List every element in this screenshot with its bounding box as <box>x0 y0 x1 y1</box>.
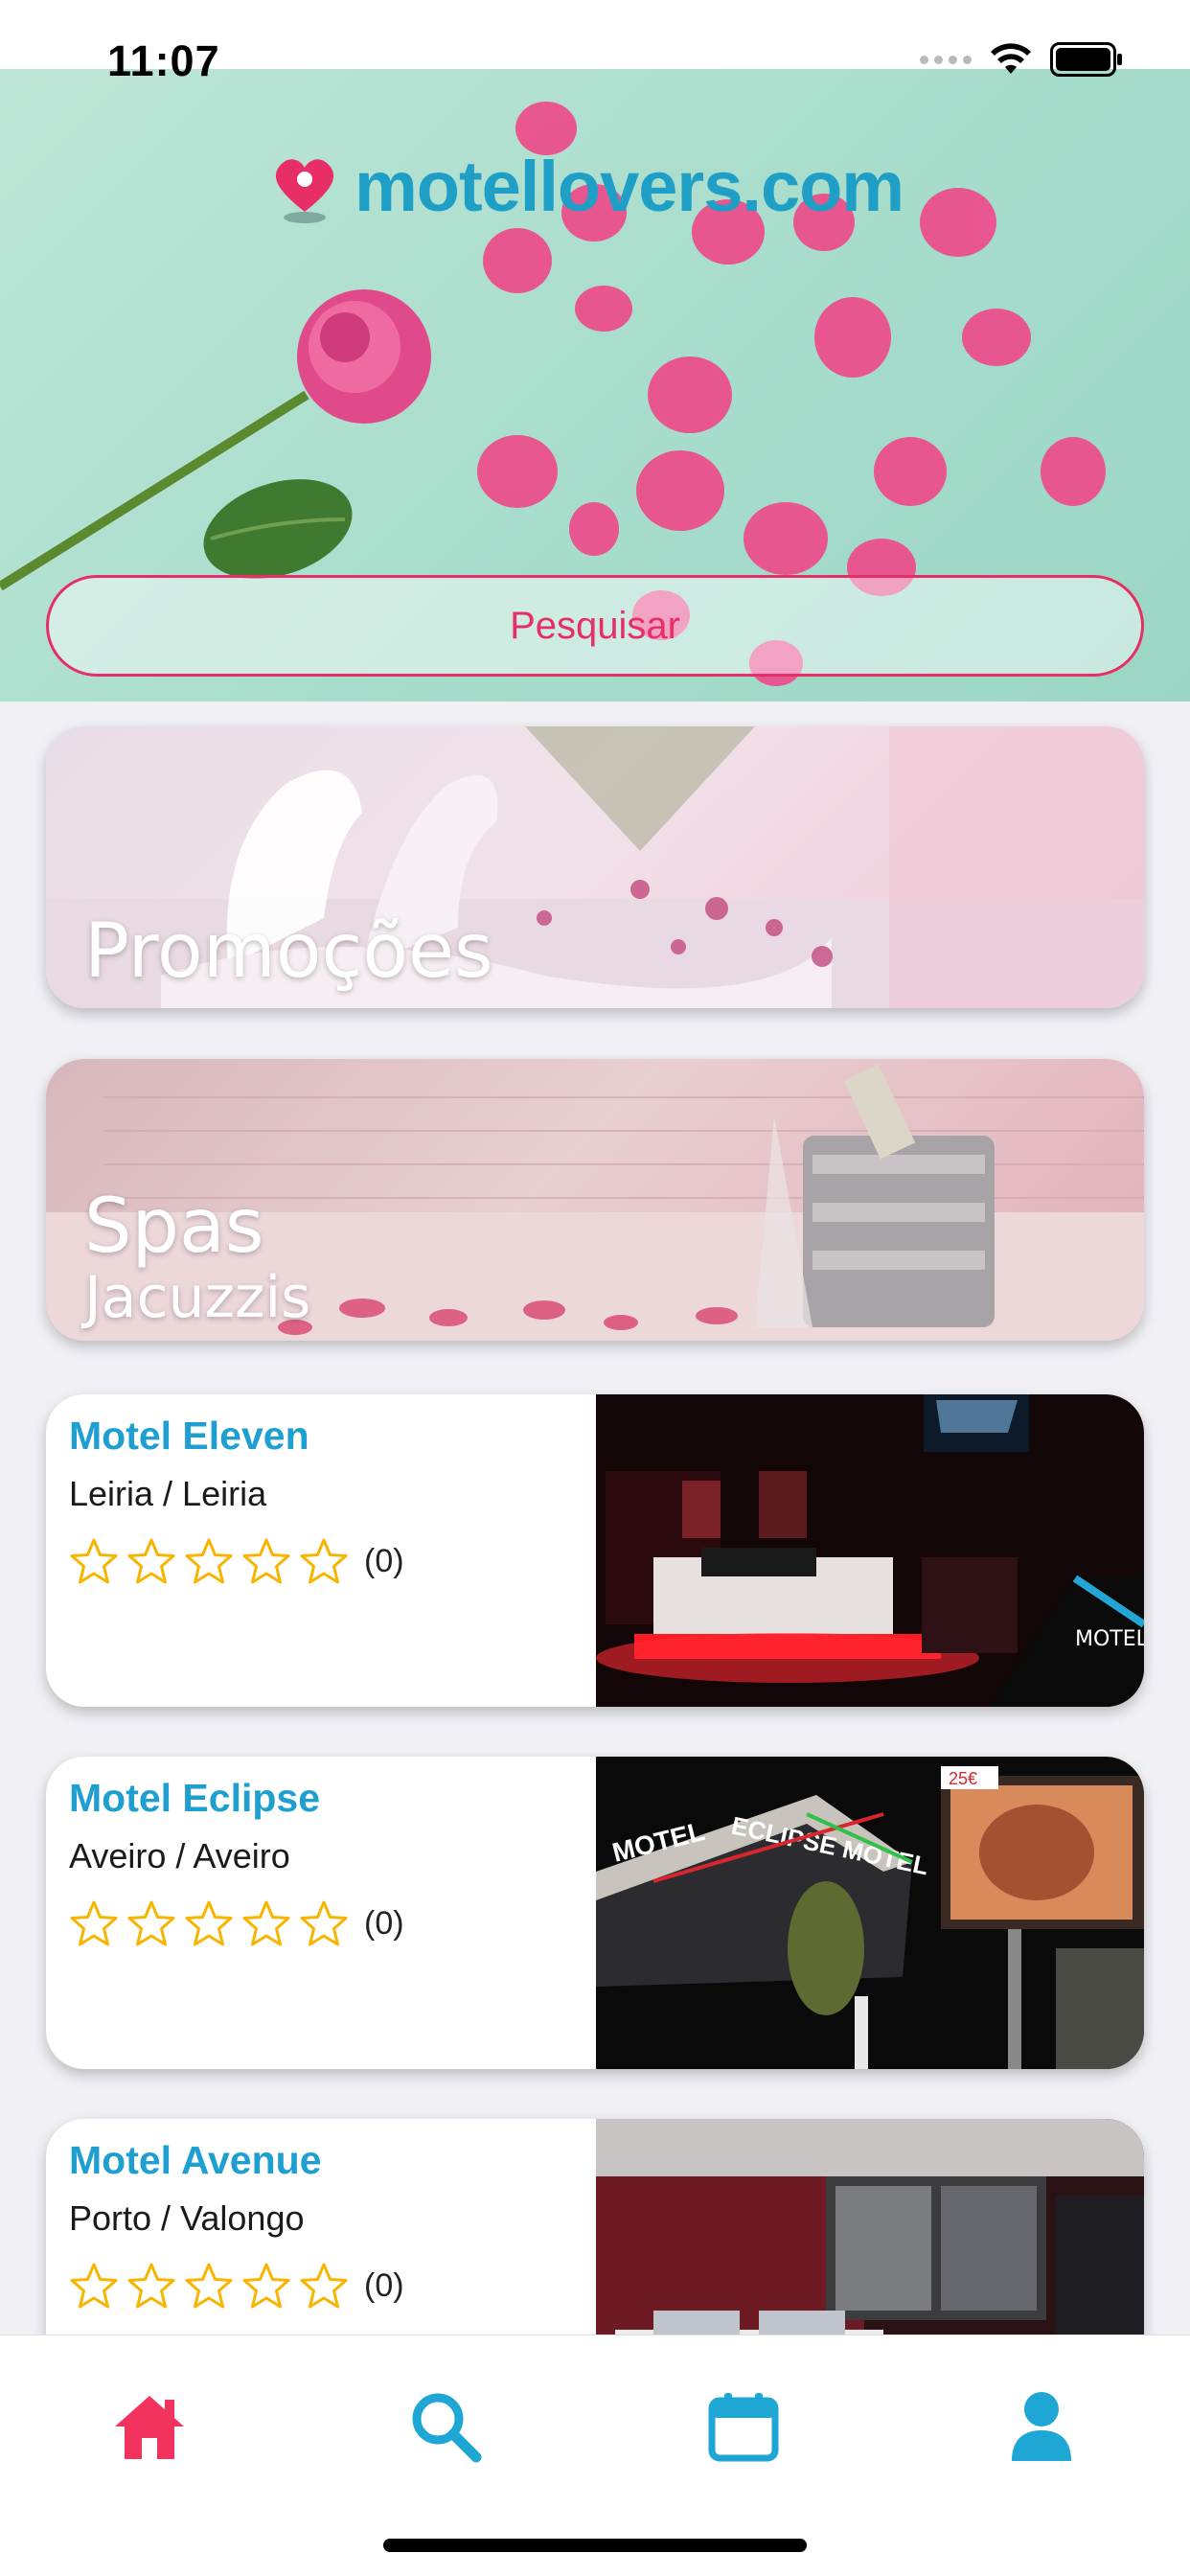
motel-info: Motel Avenue Porto / Valongo (0) <box>69 2138 586 2310</box>
star-icon <box>300 2263 348 2309</box>
tab-profile[interactable] <box>998 2383 1085 2470</box>
category-banner-spas[interactable]: Spas Jacuzzis <box>46 1059 1144 1341</box>
star-icon <box>70 1538 118 1584</box>
rating-count: (0) <box>364 1904 404 1942</box>
photo-brand-text: MOTEL ELEVEN <box>1075 1627 1144 1651</box>
user-icon <box>1012 2392 1071 2461</box>
wifi-icon <box>991 43 1031 74</box>
tab-calendar[interactable] <box>700 2383 787 2470</box>
status-bar: 11:07 <box>0 0 1190 85</box>
star-icon <box>70 2263 118 2309</box>
star-icon <box>242 2263 290 2309</box>
search-button-label: Pesquisar <box>510 604 680 647</box>
motel-card[interactable]: Motel Eclipse Aveiro / Aveiro (0) MOTEL … <box>46 1757 1144 2069</box>
motel-location: Leiria / Leiria <box>69 1474 267 1513</box>
hero-banner: motellovers.com Pesquisar <box>0 69 1190 702</box>
status-icons <box>920 42 1123 77</box>
star-icon <box>242 1538 290 1584</box>
star-icon <box>127 1900 175 1946</box>
star-icon <box>185 1538 233 1584</box>
search-icon <box>412 2393 482 2463</box>
home-icon <box>115 2396 184 2459</box>
battery-icon <box>1050 42 1122 77</box>
category-banner-promotions[interactable]: Promoções <box>46 726 1144 1008</box>
tab-search[interactable] <box>402 2383 489 2470</box>
star-icon <box>300 1900 348 1946</box>
tab-home[interactable] <box>106 2383 193 2470</box>
star-icon <box>185 1900 233 1946</box>
star-icon <box>242 1900 290 1946</box>
star-icon <box>70 1900 118 1946</box>
category-subtitle: Jacuzzis <box>84 1264 311 1331</box>
motel-card[interactable]: Motel Eleven Leiria / Leiria (0) MOTEL <box>46 1394 1144 1707</box>
motel-photo: MOTEL ELEVEN <box>596 1394 1144 1707</box>
category-title: Promoções <box>84 908 493 995</box>
signal-icon <box>920 55 972 64</box>
motel-info: Motel Eleven Leiria / Leiria (0) <box>69 1414 586 1585</box>
motel-location: Aveiro / Aveiro <box>69 1836 290 1875</box>
home-indicator <box>383 2539 807 2552</box>
motel-info: Motel Eclipse Aveiro / Aveiro (0) <box>69 1776 586 1947</box>
photo-price-text: 25€ <box>949 1769 977 1788</box>
motel-rating: (0) <box>69 1899 586 1947</box>
search-button[interactable]: Pesquisar <box>46 575 1144 677</box>
brand-logo: motellovers.com <box>268 146 904 227</box>
status-time: 11:07 <box>107 36 220 85</box>
motel-name: Motel Avenue <box>69 2138 322 2182</box>
star-icon <box>185 2263 233 2309</box>
motel-name: Motel Eclipse <box>69 1776 321 1820</box>
heart-pin-icon <box>275 158 334 223</box>
category-title: Spas <box>84 1184 264 1270</box>
brand-name: motellovers.com <box>355 147 904 226</box>
motel-photo: MOTEL ECLIPSE MOTEL 25€ <box>596 1757 1144 2069</box>
star-icon <box>127 1538 175 1584</box>
motel-rating: (0) <box>69 1537 586 1585</box>
motel-rating: (0) <box>69 2262 586 2310</box>
star-icon <box>300 1538 348 1584</box>
rating-count: (0) <box>364 1542 404 1579</box>
star-icon <box>127 2263 175 2309</box>
rating-count: (0) <box>364 2266 404 2304</box>
motel-name: Motel Eleven <box>69 1414 309 1458</box>
screen: 11:07 motellovers.com Pesquisar Promoçõe… <box>0 0 1190 2576</box>
motel-location: Porto / Valongo <box>69 2198 305 2238</box>
calendar-icon <box>708 2393 779 2462</box>
